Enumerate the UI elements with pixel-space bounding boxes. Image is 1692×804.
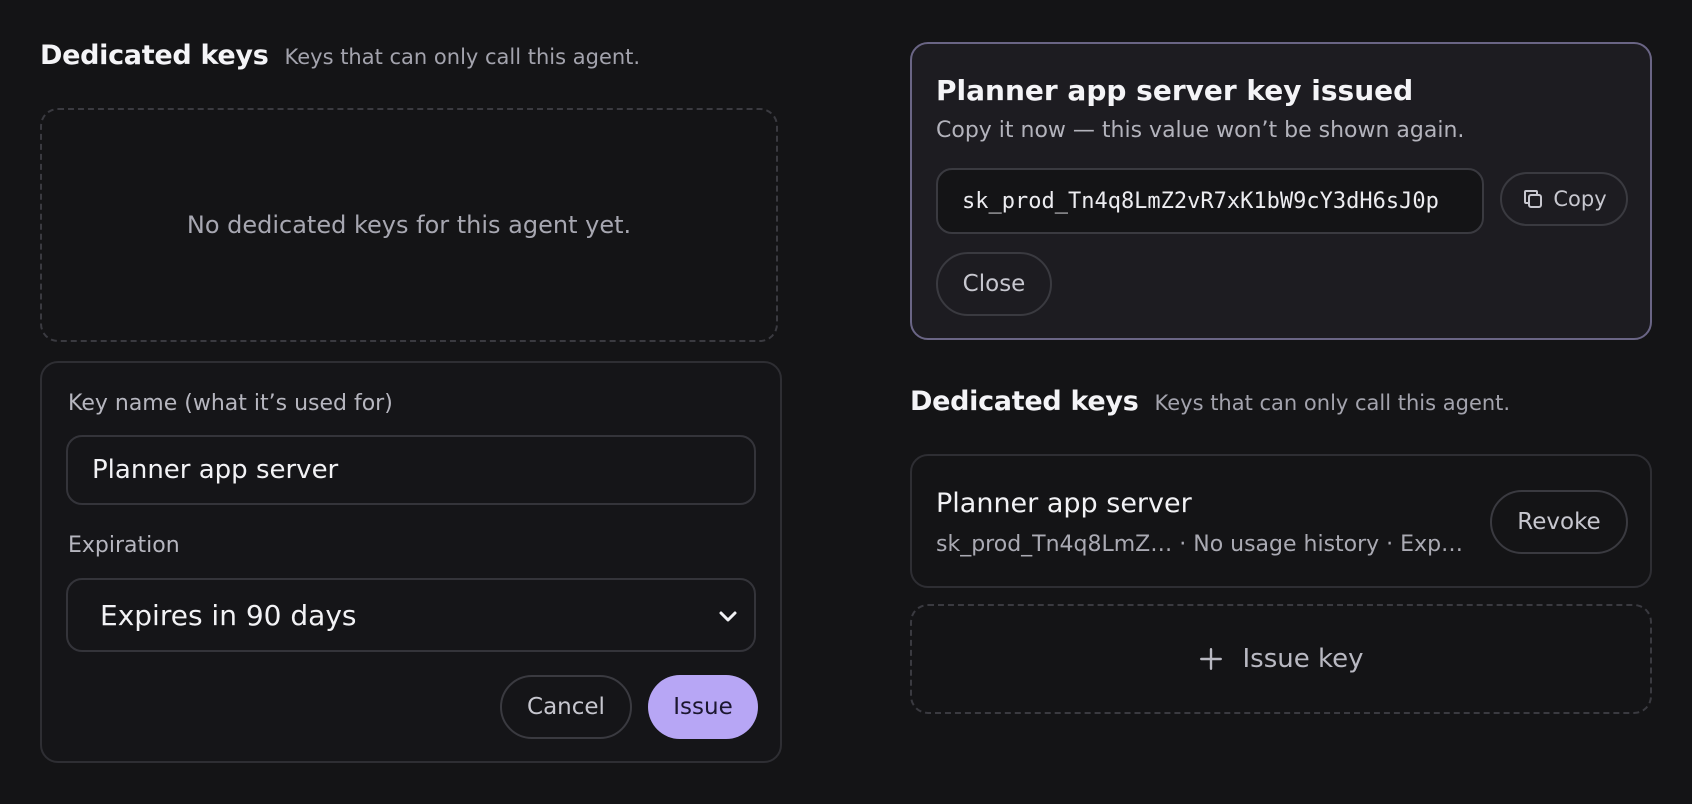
key-list-item: Planner app server sk_prod_Tn4q8LmZ… · N…	[910, 454, 1652, 588]
empty-state-text: No dedicated keys for this agent yet.	[186, 211, 632, 239]
section-title: Dedicated keys	[40, 40, 269, 71]
issue-key-button[interactable]: Issue key	[910, 604, 1652, 714]
key-name-input[interactable]	[66, 435, 756, 505]
issued-title: Planner app server key issued	[936, 74, 1414, 107]
secret-key-value: sk_prod_Tn4q8LmZ2vR7xK1bW9cY3dH6sJ0p	[962, 188, 1439, 214]
copy-button[interactable]: Copy	[1500, 172, 1628, 226]
chevron-down-icon	[719, 611, 737, 622]
plus-icon	[1200, 648, 1223, 670]
section-subtitle: Keys that can only call this agent.	[284, 45, 641, 69]
key-meta: sk_prod_Tn4q8LmZ… · No usage history · E…	[936, 532, 1464, 557]
copy-icon	[1524, 190, 1543, 208]
cancel-button[interactable]: Cancel	[500, 675, 632, 739]
issue-key-label: Issue key	[1242, 644, 1364, 674]
copy-label: Copy	[1553, 187, 1607, 211]
issue-key-form: Key name (what it’s used for) Expiration…	[40, 361, 782, 763]
issue-button[interactable]: Issue	[648, 675, 758, 739]
section-header: Dedicated keys Keys that can only call t…	[40, 40, 640, 71]
key-name: Planner app server	[936, 488, 1192, 519]
empty-state: No dedicated keys for this agent yet.	[40, 108, 778, 342]
section-subtitle: Keys that can only call this agent.	[1154, 391, 1511, 415]
issued-subtitle: Copy it now — this value won’t be shown …	[936, 118, 1465, 143]
expiration-selected-value: Expires in 90 days	[100, 598, 357, 632]
section-header: Dedicated keys Keys that can only call t…	[910, 386, 1510, 417]
expiration-select[interactable]: Expires in 90 days	[66, 578, 756, 652]
issued-key-card: Planner app server key issued Copy it no…	[910, 42, 1652, 340]
close-button[interactable]: Close	[936, 252, 1052, 316]
secret-key-field[interactable]: sk_prod_Tn4q8LmZ2vR7xK1bW9cY3dH6sJ0p	[936, 168, 1484, 234]
revoke-button[interactable]: Revoke	[1490, 490, 1628, 554]
expiration-label: Expiration	[68, 533, 180, 558]
key-name-label: Key name (what it’s used for)	[68, 391, 393, 416]
section-title: Dedicated keys	[910, 386, 1139, 417]
